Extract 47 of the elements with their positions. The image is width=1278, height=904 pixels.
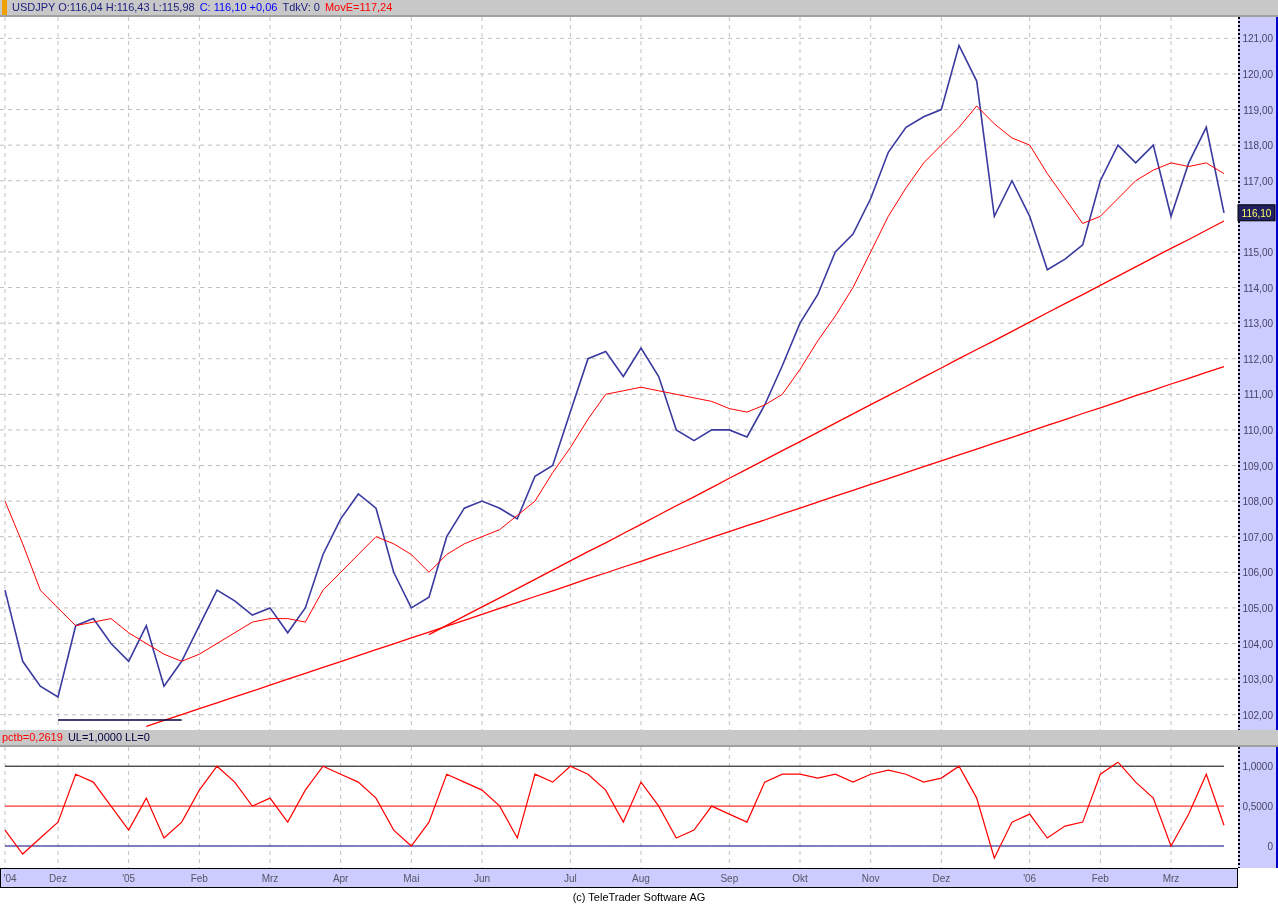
indicator-info-text: UL=1,0000 LL=0 — [67, 731, 150, 744]
axis-tick-label: 1,0000 — [1242, 761, 1273, 773]
axis-tick-label: Aug — [632, 873, 650, 884]
quote-info-text: USDJPY O:116,04 H:116,43 L:115,98 — [12, 1, 195, 14]
axis-tick-label: 119,00 — [1243, 104, 1273, 116]
axis-tick-label: Dez — [932, 873, 951, 884]
axis-tick-label: 120,00 — [1242, 68, 1273, 80]
axis-tick-label: '05 — [122, 873, 136, 884]
axis-tick-label: '04 — [3, 873, 17, 884]
axis-tick-label: Feb — [190, 873, 208, 884]
axis-tick-label: 112,00 — [1243, 353, 1273, 365]
quote-info-text: MovE=117,24 — [324, 1, 393, 14]
axis-tick-label: 115,00 — [1243, 246, 1273, 258]
last-price-tag: 116,10 — [1237, 204, 1276, 222]
axis-tick-label: Jun — [473, 873, 491, 884]
axis-tick-label: Feb — [1091, 873, 1109, 884]
axis-tick-label: 108,00 — [1242, 496, 1273, 508]
axis-tick-label: 102,00 — [1242, 709, 1273, 721]
axis-tick-label: 111,00 — [1243, 389, 1273, 401]
quote-info-text: C: 116,10 +0,06 — [199, 1, 278, 14]
axis-tick-label: Apr — [332, 873, 349, 884]
axis-tick-label: 0,5000 — [1242, 801, 1273, 813]
axis-tick-label: Mrz — [1162, 873, 1180, 884]
axis-tick-label: 114,00 — [1243, 282, 1273, 294]
axis-tick-label: Okt — [792, 873, 808, 884]
axis-tick-label: 105,00 — [1242, 602, 1273, 614]
axis-tick-label: Mai — [403, 873, 420, 884]
indicator-info-text: pctb=0,2619 — [2, 731, 63, 744]
copyright-text: (c) TeleTrader Software AG — [572, 891, 706, 903]
axis-tick-label: 117,00 — [1243, 175, 1273, 187]
axis-tick-label: 107,00 — [1242, 531, 1273, 543]
axis-tick-label: 104,00 — [1242, 638, 1273, 650]
axis-tick-label: '06 — [1023, 873, 1037, 884]
axis-tick-label: 118,00 — [1243, 140, 1273, 152]
axis-tick-label: Dez — [49, 873, 67, 884]
axis-tick-label: 0 — [1267, 841, 1273, 853]
axis-tick-label: 110,00 — [1243, 424, 1273, 436]
axis-tick-label: 109,00 — [1242, 460, 1273, 472]
axis-tick-label: 106,00 — [1242, 567, 1273, 579]
axis-tick-label: 103,00 — [1242, 674, 1273, 686]
quote-info-text: TdkV: 0 — [282, 1, 320, 14]
axis-tick-label: Mrz — [261, 873, 279, 884]
axis-tick-label: Jul — [563, 873, 577, 884]
axis-tick-label: Sep — [720, 873, 739, 884]
axis-tick-label: 113,00 — [1243, 318, 1273, 330]
axis-tick-label: 121,00 — [1242, 33, 1273, 45]
axis-tick-label: Nov — [861, 873, 880, 884]
